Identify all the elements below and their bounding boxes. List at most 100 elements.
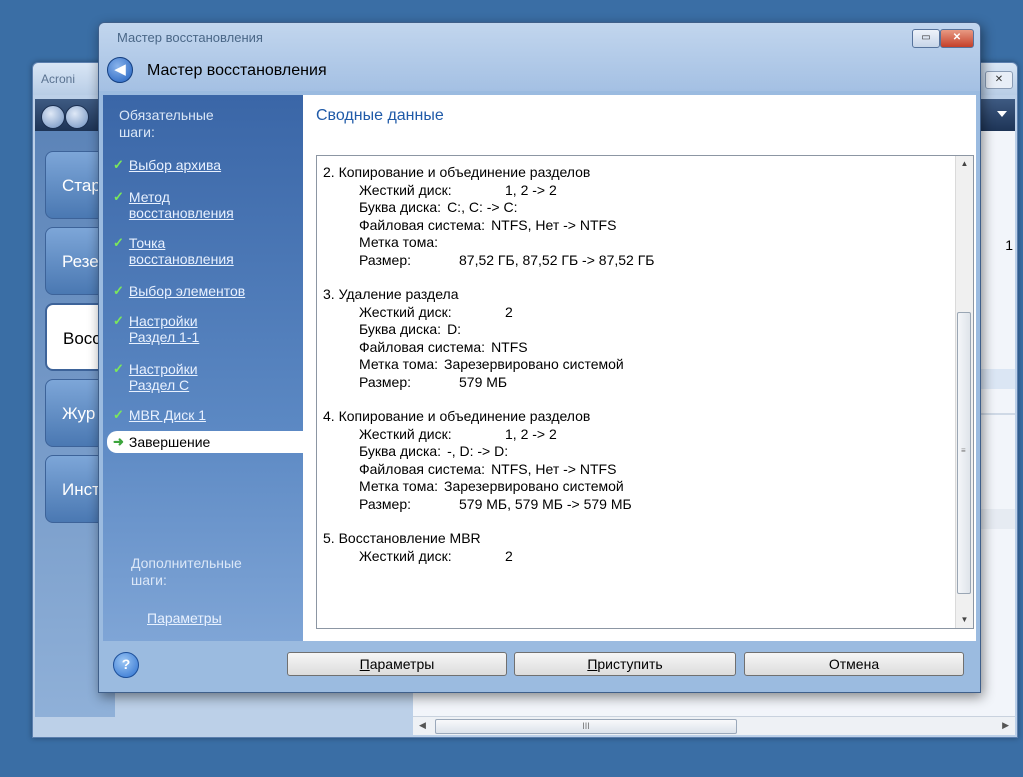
summary-row: Размер: 87,52 ГБ, 87,52 ГБ -> 87,52 ГБ <box>323 252 949 270</box>
summary-row: Жесткий диск: 2 <box>323 304 949 322</box>
summary-row: Буква диска: -, D: -> D: <box>323 443 949 461</box>
summary-row: Размер: 579 МБ, 579 МБ -> 579 МБ <box>323 496 949 514</box>
summary-row: Жесткий диск: 2 <box>323 548 949 566</box>
parameters-button[interactable]: Параметры <box>287 652 507 676</box>
vscroll-thumb[interactable]: ≡ <box>957 312 971 594</box>
step-item-selection[interactable]: ✓ Выбор элементов <box>113 283 245 299</box>
summary-row-value: NTFS <box>491 338 528 355</box>
summary-row-key: Метка тома: <box>359 478 439 494</box>
summary-vertical-scrollbar[interactable]: ▲ ≡ ▼ <box>955 156 973 628</box>
main-horizontal-scrollbar[interactable]: ◀ III ▶ <box>413 716 1015 735</box>
summary-row-key: Жесткий диск: <box>359 425 452 442</box>
summary-row-key: Метка тома: <box>359 234 439 250</box>
dialog-titlebar: Мастер восстановления ▭ ✕ ◀ Мастер восст… <box>99 23 980 91</box>
checkmark-icon: ✓ <box>113 313 124 328</box>
summary-row: Жесткий диск: 1, 2 -> 2 <box>323 426 949 444</box>
wizard-title: Мастер восстановления <box>147 62 327 79</box>
summary-row: Буква диска: C:, C: -> C: <box>323 199 949 217</box>
summary-row-key: Буква диска: <box>359 199 442 215</box>
restore-window-button[interactable]: ▭ <box>912 29 940 48</box>
summary-section: 3. Удаление раздела Жесткий диск: 2 Буква д… <box>323 286 949 391</box>
options-link[interactable]: Параметры <box>147 610 222 626</box>
step-mbr-disk-1[interactable]: ✓ MBR Диск 1 <box>113 407 206 423</box>
summary-textbox[interactable]: 2. Копирование и объединение разделов Жес… <box>316 155 974 629</box>
summary-section-header: 2. Копирование и объединение разделов <box>323 164 591 180</box>
summary-section: 4. Копирование и объединение разделов Жес… <box>323 408 949 513</box>
scroll-right-icon[interactable]: ▶ <box>1002 720 1009 731</box>
main-back-icon[interactable] <box>41 105 65 129</box>
hscroll-thumb[interactable]: III <box>435 719 737 734</box>
summary-section-header: 5. Восстановление MBR <box>323 530 481 546</box>
checkmark-icon: ✓ <box>113 361 124 376</box>
step-finish-current[interactable]: ➜ Завершение <box>107 431 303 453</box>
step-recovery-point[interactable]: ✓ Точка восстановления <box>113 235 234 267</box>
toolbar-dropdown-icon[interactable] <box>997 111 1007 117</box>
summary-row: Метка тома: <box>323 234 949 252</box>
summary-row: Размер: 579 МБ <box>323 374 949 392</box>
dialog-footer: ? Параметры Приступить Отмена <box>99 643 980 687</box>
summary-row: Метка тома: Зарезервировано системой <box>323 478 949 496</box>
cancel-button[interactable]: Отмена <box>744 652 964 676</box>
summary-row-key: Размер: <box>359 251 412 268</box>
summary-row-value: 579 МБ <box>459 373 508 390</box>
summary-row-value: 87,52 ГБ, 87,52 ГБ -> 87,52 ГБ <box>459 251 655 268</box>
scroll-left-icon[interactable]: ◀ <box>419 720 426 731</box>
checkmark-icon: ✓ <box>113 283 124 298</box>
summary-row-key: Файловая система: <box>359 216 486 233</box>
scroll-up-icon[interactable]: ▲ <box>956 156 973 172</box>
summary-row-key: Буква диска: <box>359 443 442 459</box>
recovery-wizard-dialog: Мастер восстановления ▭ ✕ ◀ Мастер восст… <box>98 22 981 693</box>
proceed-button[interactable]: Приступить <box>514 652 736 676</box>
step-recovery-method[interactable]: ✓ Метод восстановления <box>113 189 234 221</box>
arrow-right-icon: ➜ <box>113 434 124 449</box>
summary-row-value: 2 <box>505 303 513 320</box>
summary-row-key: Жесткий диск: <box>359 303 452 320</box>
main-forward-icon[interactable] <box>65 105 89 129</box>
summary-row: Файловая система: NTFS, Нет -> NTFS <box>323 461 949 479</box>
summary-row-key: Метка тома: <box>359 356 439 372</box>
step-archive-selection[interactable]: ✓ Выбор архива <box>113 157 221 173</box>
summary-row-key: Буква диска: <box>359 321 442 337</box>
summary-row-value: -, D: -> D: <box>447 443 509 459</box>
close-window-button[interactable]: ✕ <box>940 29 974 48</box>
summary-row-value: C:, C: -> C: <box>447 199 518 215</box>
summary-row-value: Зарезервировано системой <box>444 478 624 494</box>
summary-row-key: Файловая система: <box>359 338 486 355</box>
checkmark-icon: ✓ <box>113 189 124 204</box>
summary-row: Файловая система: NTFS, Нет -> NTFS <box>323 217 949 235</box>
back-arrow-icon[interactable]: ◀ <box>107 57 133 83</box>
wizard-steps-panel: Обязательные шаги: ✓ Выбор архива ✓ Мето… <box>103 95 303 641</box>
main-app-close-button[interactable]: ✕ <box>985 71 1013 89</box>
summary-content: 2. Копирование и объединение разделов Жес… <box>323 164 949 582</box>
summary-row-key: Жесткий диск: <box>359 547 452 564</box>
checkmark-icon: ✓ <box>113 235 124 250</box>
summary-row-key: Размер: <box>359 495 412 512</box>
summary-row: Метка тома: Зарезервировано системой <box>323 356 949 374</box>
summary-row-value: NTFS, Нет -> NTFS <box>491 216 617 233</box>
summary-row: Буква диска: D: <box>323 321 949 339</box>
summary-row-key: Жесткий диск: <box>359 181 452 198</box>
dialog-body: Обязательные шаги: ✓ Выбор архива ✓ Мето… <box>103 95 976 641</box>
main-app-title: Acroni <box>41 72 76 86</box>
summary-section-header: 4. Копирование и объединение разделов <box>323 408 591 424</box>
summary-row: Файловая система: NTFS <box>323 339 949 357</box>
summary-section-header: 3. Удаление раздела <box>323 286 459 302</box>
summary-row-value: 579 МБ, 579 МБ -> 579 МБ <box>459 495 632 512</box>
summary-section: 2. Копирование и объединение разделов Жес… <box>323 164 949 269</box>
summary-row-value: D: <box>447 321 462 337</box>
summary-heading: Сводные данные <box>316 107 444 124</box>
checkmark-icon: ✓ <box>113 407 124 422</box>
help-icon[interactable]: ? <box>113 652 139 678</box>
grip-icon: ≡ <box>961 446 966 455</box>
summary-row-value: 1, 2 -> 2 <box>505 425 557 442</box>
summary-row-value: 1, 2 -> 2 <box>505 181 557 198</box>
scroll-down-icon[interactable]: ▼ <box>956 612 973 628</box>
summary-row-value: Зарезервировано системой <box>444 356 624 372</box>
summary-row-value: 2 <box>505 547 513 564</box>
summary-row-key: Файловая система: <box>359 460 486 477</box>
required-steps-heading: Обязательные шаги: <box>119 107 214 140</box>
summary-row-value: NTFS, Нет -> NTFS <box>491 460 617 477</box>
step-settings-partition-c[interactable]: ✓ Настройки Раздел C <box>113 361 198 393</box>
content-number: 1 <box>1005 237 1013 253</box>
step-settings-partition-1-1[interactable]: ✓ Настройки Раздел 1-1 <box>113 313 199 345</box>
